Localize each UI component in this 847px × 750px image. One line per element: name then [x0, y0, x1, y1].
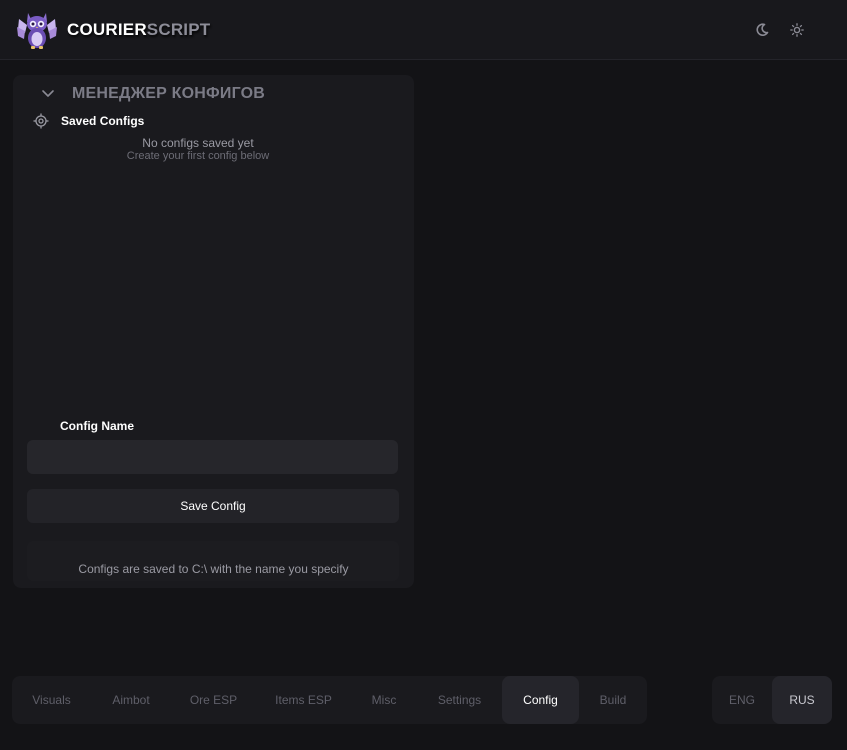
tab-build[interactable]: Build	[579, 676, 647, 724]
config-name-label: Config Name	[60, 419, 135, 433]
light-theme-button[interactable]	[787, 20, 807, 40]
empty-state-subtitle: Create your first config below	[126, 150, 270, 162]
app-window: COURIERSCRIPT МЕНЕДЖЕР КОНФИГОВ Saved Co…	[0, 0, 847, 750]
brand-title: COURIERSCRIPT	[67, 20, 210, 40]
config-panel-title: МЕНЕДЖЕР КОНФИГОВ	[72, 85, 266, 102]
config-manager-panel: МЕНЕДЖЕР КОНФИГОВ Saved Configs No confi…	[13, 75, 414, 588]
tab-settings[interactable]: Settings	[417, 676, 502, 724]
tab-items-esp[interactable]: Items ESP	[256, 676, 351, 724]
config-panel-header[interactable]: МЕНЕДЖЕР КОНФИГОВ	[40, 84, 265, 104]
config-name-input[interactable]	[27, 440, 398, 474]
lang-rus-button[interactable]: RUS	[772, 676, 832, 724]
empty-state-title: No configs saved yet	[142, 136, 254, 150]
tab-aimbot[interactable]: Aimbot	[91, 676, 171, 724]
bottom-tab-bar: Visuals Aimbot Ore ESP Items ESP Misc Se…	[12, 676, 647, 724]
tab-config[interactable]: Config	[502, 676, 579, 724]
sun-icon	[790, 23, 804, 37]
tab-ore-esp[interactable]: Ore ESP	[171, 676, 256, 724]
save-config-button[interactable]: Save Config	[27, 489, 399, 523]
lang-eng-button[interactable]: ENG	[712, 676, 772, 724]
chevron-down-icon[interactable]	[40, 86, 56, 102]
moon-icon	[756, 23, 769, 37]
tab-visuals[interactable]: Visuals	[12, 676, 91, 724]
owl-mascot-logo	[17, 13, 57, 49]
brand-secondary: SCRIPT	[146, 20, 211, 39]
tab-misc[interactable]: Misc	[351, 676, 417, 724]
saved-configs-heading: Saved Configs	[33, 113, 144, 129]
top-header: COURIERSCRIPT	[0, 0, 847, 60]
save-location-note: Configs are saved to C:\ with the name y…	[78, 562, 349, 576]
language-switcher: ENG RUS	[712, 676, 832, 724]
saved-configs-label: Saved Configs	[61, 114, 145, 128]
brand-primary: COURIER	[67, 20, 147, 39]
dark-theme-button[interactable]	[752, 20, 772, 40]
target-icon	[33, 113, 49, 129]
